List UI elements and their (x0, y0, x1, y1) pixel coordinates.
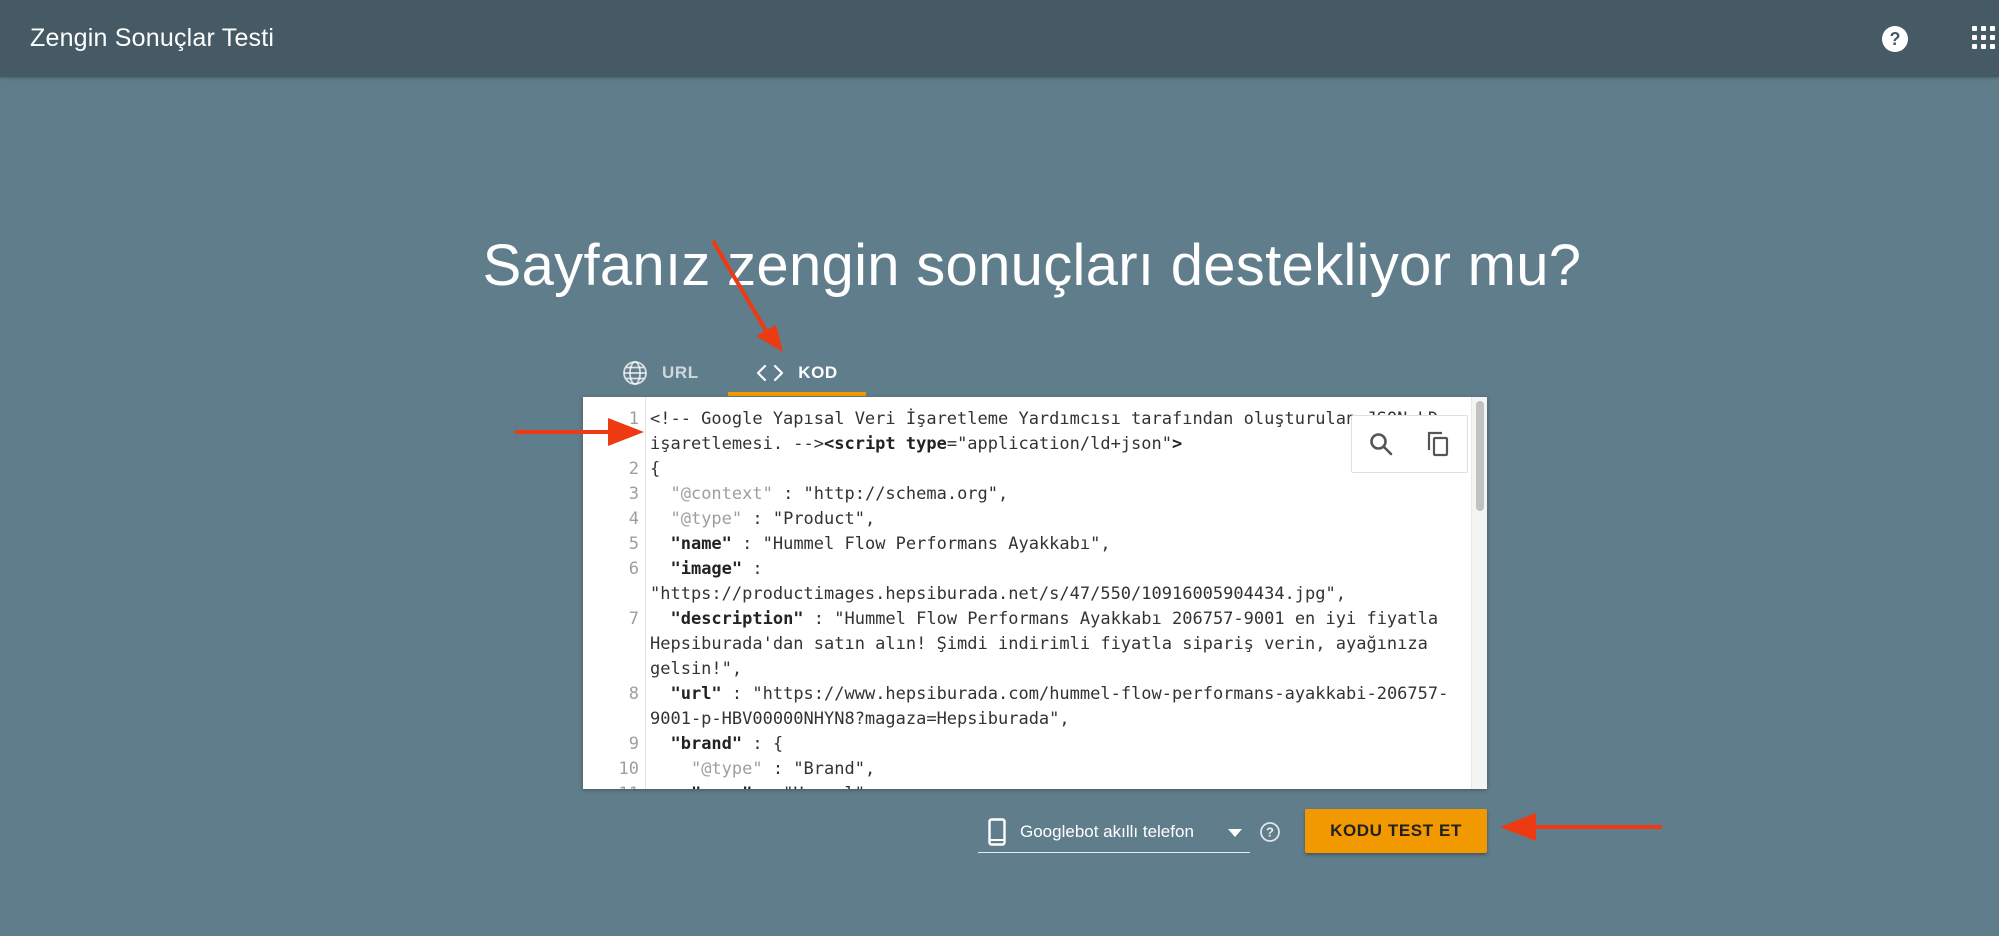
search-icon[interactable] (1368, 431, 1394, 457)
code-token: "name" (650, 534, 732, 554)
code-token: ="application/ld+json" (946, 434, 1172, 454)
code-line: 8 "url" : "https://www.hepsiburada.com/h… (583, 682, 1453, 732)
svg-text:?: ? (1266, 825, 1274, 840)
code-token: "@context" (650, 484, 773, 504)
code-token: : "Brand", (762, 759, 876, 779)
tab-url[interactable]: URL (622, 350, 699, 396)
tab-url-label: URL (662, 363, 699, 382)
chevron-down-icon (1228, 829, 1242, 837)
code-content[interactable]: 1 <!-- Google Yapısal Veri İşaretleme Yar… (583, 407, 1453, 789)
code-line: 1 <!-- Google Yapısal Veri İşaretleme Yar… (583, 407, 1453, 457)
globe-icon (623, 361, 647, 385)
code-token: : { (742, 734, 784, 754)
code-line: 5 "name" : "Hummel Flow Performans Ayakk… (583, 532, 1453, 557)
copy-icon[interactable] (1425, 430, 1451, 458)
code-line-text: "brand" : { (650, 732, 1453, 757)
top-app-bar: Zengin Sonuçlar Testi ? (0, 0, 1999, 77)
code-token: "brand" (650, 734, 743, 754)
apps-grid-icon[interactable] (1972, 26, 1999, 53)
tab-code[interactable]: KOD (728, 350, 866, 396)
code-icon (757, 364, 784, 382)
code-token: "name" (650, 784, 752, 789)
code-line-text: "url" : "https://www.hepsiburada.com/hum… (650, 682, 1453, 732)
line-number: 7 (628, 609, 639, 629)
code-token: "@type" (650, 509, 743, 529)
code-line: 9 "brand" : { (583, 732, 1453, 757)
code-token: : "https://productimages.hepsiburada.net… (650, 559, 1346, 604)
page-headline: Sayfanız zengin sonuçları destekliyor mu… (482, 233, 1582, 298)
code-token: > (1172, 434, 1183, 454)
code-token: "image" (650, 559, 743, 579)
code-line: 6 "image" : "https://productimages.hepsi… (583, 557, 1453, 607)
smartphone-icon (988, 818, 1006, 846)
code-line-text: <!-- Google Yapısal Veri İşaretleme Yard… (650, 407, 1453, 457)
code-token: "@type" (650, 759, 763, 779)
device-select-value: Googlebot akıllı telefon (1020, 822, 1194, 841)
code-token: : "Hummel" (752, 784, 865, 789)
test-code-button[interactable]: KODU TEST ET (1305, 809, 1487, 853)
code-line-text: { (650, 457, 1453, 482)
help-circle-icon[interactable]: ? (1880, 24, 1910, 54)
code-line: 10 "@type" : "Brand", (583, 757, 1453, 782)
line-number: 11 (583, 782, 639, 789)
code-line: 2{ (583, 457, 1453, 482)
code-line: 7 "description" : "Hummel Flow Performan… (583, 607, 1453, 682)
code-token: : "Hummel Flow Performans Ayakkabı", (731, 534, 1111, 554)
svg-text:?: ? (1890, 29, 1901, 49)
tab-code-label: KOD (798, 363, 838, 382)
code-line: 11 "name" : "Hummel" (583, 782, 1453, 789)
code-line: 4 "@type" : "Product", (583, 507, 1453, 532)
device-select[interactable]: Googlebot akıllı telefon (978, 812, 1250, 853)
code-token: <script type (824, 434, 947, 454)
code-token: "description" (650, 609, 804, 629)
line-number: 6 (628, 559, 639, 579)
annotation-arrow-button (1500, 813, 1662, 841)
help-outline-icon[interactable]: ? (1259, 821, 1281, 843)
code-token: : "http://schema.org", (772, 484, 1009, 504)
editor-scrollbar[interactable] (1471, 397, 1487, 789)
code-line: 3 "@context" : "http://schema.org", (583, 482, 1453, 507)
line-number: 3 (628, 484, 639, 504)
scrollbar-thumb[interactable] (1476, 401, 1484, 511)
code-line-text: "description" : "Hummel Flow Performans … (650, 607, 1453, 682)
line-number: 4 (628, 509, 639, 529)
code-token: : "https://www.hepsiburada.com/hummel-fl… (650, 684, 1449, 729)
code-line-text: "name" : "Hummel Flow Performans Ayakkab… (650, 532, 1453, 557)
code-token: : "Product", (742, 509, 876, 529)
line-number: 8 (628, 684, 639, 704)
code-token: "url" (650, 684, 722, 704)
code-editor[interactable]: 1 <!-- Google Yapısal Veri İşaretleme Yar… (583, 397, 1487, 789)
code-line-text: "@context" : "http://schema.org", (650, 482, 1453, 507)
code-line-text: "name" : "Hummel" (650, 782, 1453, 789)
code-line-text: "@type" : "Product", (650, 507, 1453, 532)
line-number: 2 (628, 459, 639, 479)
code-line-text: "image" : "https://productimages.hepsibu… (650, 557, 1453, 607)
editor-toolbar (1351, 415, 1468, 473)
code-token: { (650, 459, 661, 479)
code-line-text: "@type" : "Brand", (650, 757, 1453, 782)
line-number: 1 (628, 409, 639, 429)
app-title: Zengin Sonuçlar Testi (30, 24, 275, 52)
line-number: 5 (628, 534, 639, 554)
line-number: 10 (618, 759, 639, 779)
line-number: 9 (628, 734, 639, 754)
